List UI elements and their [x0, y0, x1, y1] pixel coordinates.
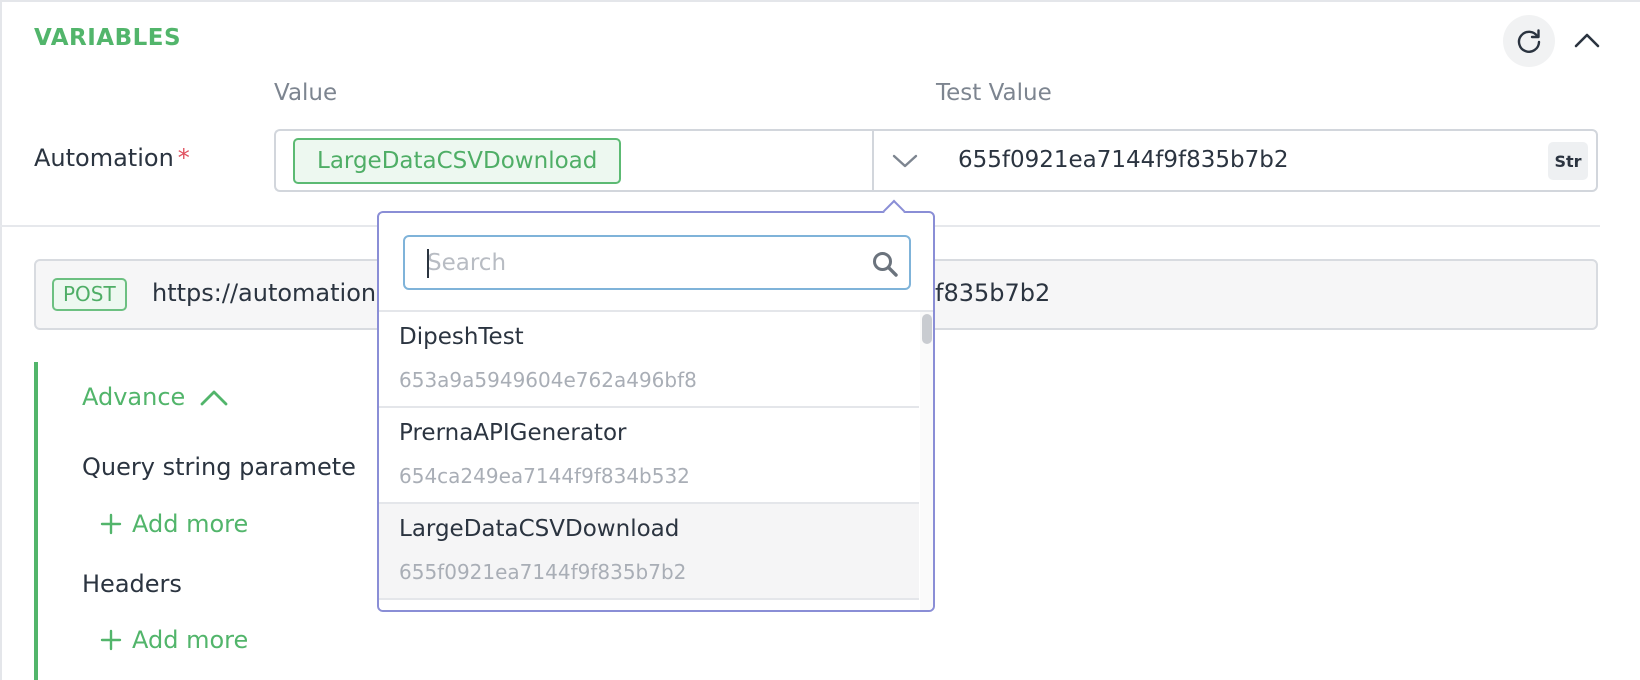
automation-list: DipeshTest 653a9a5949604e762a496bf8 Prer…	[379, 312, 919, 610]
list-item[interactable]: DipeshTest 653a9a5949604e762a496bf8	[379, 312, 919, 408]
chevron-up-icon	[200, 390, 228, 406]
add-more-label: Add more	[132, 626, 249, 654]
required-mark: *	[177, 144, 190, 172]
item-name: PrernaAPIGenerator	[399, 420, 627, 446]
value-select[interactable]: LargeDataCSVDownload	[274, 129, 938, 192]
search-input[interactable]	[427, 246, 847, 280]
type-badge[interactable]: Str	[1548, 142, 1588, 180]
test-value-text[interactable]: 655f0921ea7144f9f835b7b2	[958, 147, 1289, 173]
search-icon	[873, 252, 898, 277]
plus-icon	[100, 513, 122, 535]
headers-title: Headers	[82, 570, 182, 598]
dropdown-scrollbar[interactable]	[920, 312, 933, 610]
plus-icon	[100, 629, 122, 651]
collapse-button[interactable]	[1567, 18, 1607, 62]
advance-label: Advance	[82, 383, 186, 411]
item-name: DipeshTest	[399, 324, 524, 350]
add-query-param-button[interactable]: Add more	[100, 510, 248, 538]
value-column-header: Value	[274, 80, 338, 106]
test-value-field[interactable]: 655f0921ea7144f9f835b7b2 Str	[936, 129, 1598, 192]
text-cursor	[427, 249, 429, 278]
add-more-label: Add more	[132, 510, 249, 538]
list-item-selected[interactable]: LargeDataCSVDownload 655f0921ea7144f9f83…	[379, 504, 919, 600]
refresh-icon	[1517, 29, 1541, 53]
value-dropdown-toggle[interactable]	[872, 129, 938, 192]
variable-name: Automation	[34, 144, 174, 172]
method-badge: POST	[52, 278, 127, 311]
item-id: 654ca249ea7144f9f834b532	[399, 464, 690, 488]
test-value-column-header: Test Value	[936, 80, 1052, 106]
advance-accent-line	[34, 362, 38, 680]
list-item[interactable]: PrernaAPIGenerator 654ca249ea7144f9f834b…	[379, 408, 919, 504]
request-url-start: https://automation	[152, 279, 377, 307]
request-url-end: f835b7b2	[935, 279, 1051, 307]
section-title: VARIABLES	[34, 25, 182, 51]
selected-automation-chip[interactable]: LargeDataCSVDownload	[293, 138, 622, 184]
automation-dropdown: DipeshTest 653a9a5949604e762a496bf8 Prer…	[377, 211, 935, 612]
item-name: LargeDataCSVDownload	[399, 516, 680, 542]
dropdown-search[interactable]	[403, 235, 911, 290]
item-id: 653a9a5949604e762a496bf8	[399, 368, 697, 392]
refresh-button[interactable]	[1503, 15, 1555, 67]
advance-toggle[interactable]: Advance	[82, 383, 229, 411]
add-header-button[interactable]: Add more	[100, 626, 248, 654]
item-id: 655f0921ea7144f9f835b7b2	[399, 560, 687, 584]
list-item-partial[interactable]	[379, 600, 919, 610]
chevron-down-icon	[892, 154, 918, 167]
variable-label: Automation *	[34, 144, 190, 172]
chevron-up-icon	[1574, 33, 1600, 48]
query-params-title: Query string paramete	[82, 453, 356, 481]
scroll-thumb[interactable]	[922, 314, 932, 344]
